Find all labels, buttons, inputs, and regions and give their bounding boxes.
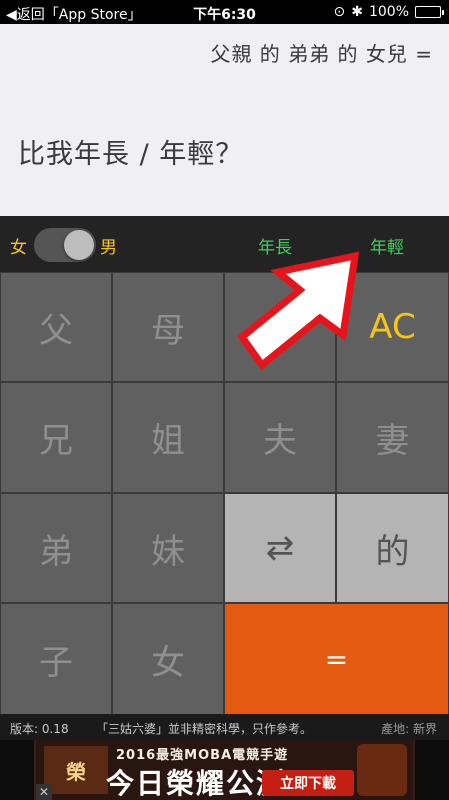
key-wife[interactable]: 妻 bbox=[337, 383, 448, 492]
male-label: 男 bbox=[100, 238, 117, 258]
options-bar: 女 男 年長 年輕 bbox=[0, 216, 449, 272]
gender-toggle[interactable] bbox=[34, 228, 96, 262]
key-father[interactable]: 父 bbox=[1, 273, 111, 381]
battery-percent: 100% bbox=[368, 4, 409, 20]
key-mother[interactable]: 母 bbox=[113, 273, 223, 381]
younger-button[interactable]: 年輕 bbox=[370, 233, 404, 258]
status-indicators: ⊙ ✱ 100% bbox=[333, 4, 444, 20]
ad-banner[interactable]: 榮 2016最強MOBA電競手遊 今日榮耀公測 立即下載 ✕ bbox=[0, 740, 449, 800]
bluetooth-icon: ✱ bbox=[351, 4, 363, 20]
equals-button[interactable]: = bbox=[225, 604, 448, 714]
keypad: 父 母 AC 兄 姐 夫 妻 弟 妹 ⇄ 的 子 女 = bbox=[0, 272, 449, 714]
toggle-knob bbox=[64, 230, 94, 260]
key-younger-sister[interactable]: 妹 bbox=[113, 494, 223, 602]
key-son[interactable]: 子 bbox=[1, 604, 111, 714]
version-label: 版本: 0.18 bbox=[10, 722, 69, 736]
ad-close-icon[interactable]: ✕ bbox=[36, 784, 52, 800]
key-blank[interactable] bbox=[225, 273, 335, 381]
battery-icon bbox=[415, 6, 444, 18]
key-elder-brother[interactable]: 兄 bbox=[1, 383, 111, 492]
all-clear-button[interactable]: AC bbox=[337, 273, 448, 381]
disclaimer-text: 「三姑六婆」並非精密科學，只作參考。 bbox=[96, 722, 313, 736]
ad-character-image bbox=[357, 744, 407, 796]
older-button[interactable]: 年長 bbox=[258, 233, 292, 258]
female-label: 女 bbox=[10, 238, 27, 258]
key-of[interactable]: 的 bbox=[337, 494, 448, 602]
key-husband[interactable]: 夫 bbox=[225, 383, 335, 492]
age-question: 比我年長 / 年輕？ bbox=[18, 139, 244, 170]
swap-button[interactable]: ⇄ bbox=[225, 494, 335, 602]
download-button[interactable]: 立即下載 bbox=[262, 770, 354, 796]
ad-image[interactable]: 榮 2016最強MOBA電競手遊 今日榮耀公測 立即下載 bbox=[34, 740, 415, 800]
key-younger-brother[interactable]: 弟 bbox=[1, 494, 111, 602]
ad-headline: 2016最強MOBA電競手遊 bbox=[116, 748, 289, 763]
origin-label: 產地: 新界 bbox=[381, 722, 437, 736]
status-bar: ◀返回「App Store」 下午6:30 ⊙ ✱ 100% bbox=[0, 0, 449, 24]
key-daughter[interactable]: 女 bbox=[113, 604, 223, 714]
ad-big-text: 今日榮耀公測 bbox=[106, 767, 287, 800]
key-elder-sister[interactable]: 姐 bbox=[113, 383, 223, 492]
orientation-lock-icon: ⊙ bbox=[333, 4, 346, 20]
result-display: 父親 的 弟弟 的 女兒 = 比我年長 / 年輕？ bbox=[0, 24, 449, 216]
game-logo: 榮 bbox=[44, 746, 108, 794]
relation-expression: 父親 的 弟弟 的 女兒 = bbox=[210, 42, 433, 66]
footer: 版本: 0.18 「三姑六婆」並非精密科學，只作參考。 產地: 新界 bbox=[0, 714, 449, 740]
